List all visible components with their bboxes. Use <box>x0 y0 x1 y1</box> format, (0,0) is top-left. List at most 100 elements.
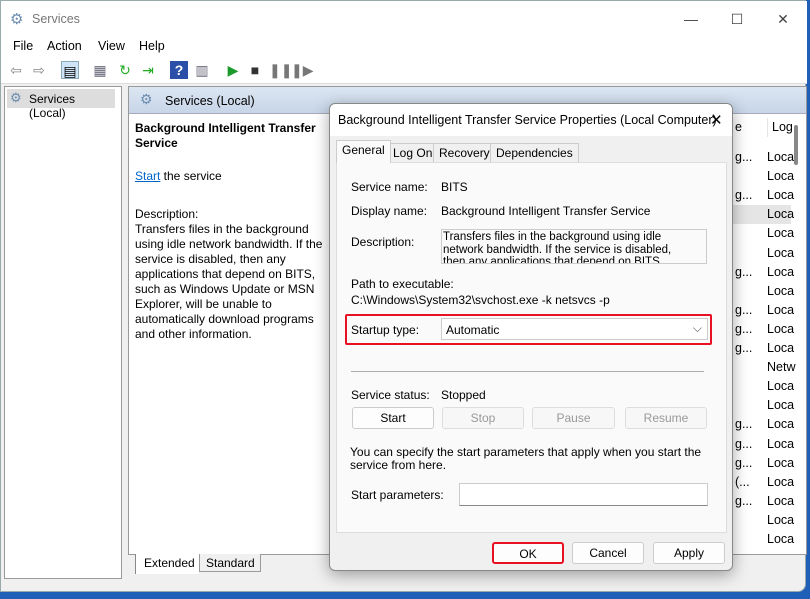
services-list: e Log g... Loca Loca g... Loca Loca Loca Loca g.… <box>729 115 806 555</box>
description-label: Description: <box>135 207 199 221</box>
export-list-icon[interactable]: ⇥ <box>139 61 157 79</box>
cell-startup-type[interactable]: g... <box>735 186 752 205</box>
cell-log-on-as[interactable]: Loca <box>767 167 794 186</box>
cell-log-on-as[interactable]: Loca <box>767 530 794 549</box>
service-status-label: Service status: <box>351 388 430 402</box>
cell-log-on-as[interactable]: Loca <box>767 148 794 167</box>
cell-startup-type[interactable]: (... <box>735 473 750 492</box>
start-service-link[interactable]: Start <box>135 169 160 183</box>
cell-startup-type[interactable]: g... <box>735 454 752 473</box>
maximize-button[interactable]: ☐ <box>714 1 760 37</box>
menu-bar: File Action View Help <box>1 37 807 57</box>
path-label: Path to executable: <box>351 277 454 291</box>
startup-type-select[interactable]: Automatic ⌵ <box>441 318 708 340</box>
stop-button[interactable]: Stop <box>442 407 524 429</box>
tab-standard[interactable]: Standard <box>199 554 261 572</box>
cell-log-on-as[interactable]: Loca <box>767 473 794 492</box>
cell-log-on-as[interactable]: Loca <box>767 263 794 282</box>
cancel-button[interactable]: Cancel <box>572 542 644 564</box>
column-header-startup[interactable]: e <box>735 118 742 137</box>
console-tree: ⚙ Services (Local) <box>4 86 122 579</box>
properties-icon[interactable]: ▦ <box>91 61 109 79</box>
back-icon[interactable]: ⇦ <box>7 61 25 79</box>
tab-dependencies[interactable]: Dependencies <box>490 143 579 163</box>
cell-startup-type[interactable]: g... <box>735 301 752 320</box>
menu-help[interactable]: Help <box>139 39 165 53</box>
show-hide-console-tree-icon[interactable]: ▤ <box>61 61 79 79</box>
minimize-button[interactable]: — <box>668 1 714 37</box>
cell-startup-type[interactable]: g... <box>735 435 752 454</box>
cell-log-on-as[interactable]: Loca <box>767 205 794 224</box>
cell-startup-type[interactable]: g... <box>735 320 752 339</box>
cell-log-on-as[interactable]: Loca <box>767 320 794 339</box>
close-button[interactable]: ✕ <box>760 1 806 37</box>
pause-button[interactable]: Pause <box>532 407 615 429</box>
cell-startup-type[interactable]: g... <box>735 148 752 167</box>
cell-log-on-as[interactable]: Loca <box>767 244 794 263</box>
display-name-value: Background Intelligent Transfer Service <box>441 204 651 218</box>
tab-general[interactable]: General <box>336 140 391 163</box>
cell-log-on-as[interactable]: Loca <box>767 282 794 301</box>
properties-dialog: Background Intelligent Transfer Service … <box>329 103 733 571</box>
tab-recovery[interactable]: Recovery <box>433 143 496 163</box>
cell-log-on-as[interactable]: Loca <box>767 511 794 530</box>
ok-button[interactable]: OK <box>492 542 564 564</box>
gears-icon: ⚙ <box>140 91 153 107</box>
path-value: C:\Windows\System32\svchost.exe -k netsv… <box>351 293 610 307</box>
description-text: Transfers files in the background using … <box>135 222 323 341</box>
chevron-down-icon: ⌵ <box>692 321 702 335</box>
cell-log-on-as[interactable]: Loca <box>767 224 794 243</box>
refresh-icon[interactable]: ↻ <box>116 61 134 79</box>
start-button[interactable]: Start <box>352 407 434 429</box>
menu-action[interactable]: Action <box>47 39 82 53</box>
service-name-label: Service name: <box>351 180 428 194</box>
show-action-pane-icon[interactable]: ▥ <box>193 61 211 79</box>
start-params-input[interactable] <box>459 483 708 506</box>
stop-service-icon[interactable]: ■ <box>246 61 264 79</box>
pane-header-title: Services (Local) <box>165 94 255 108</box>
startup-type-value: Automatic <box>446 323 500 337</box>
start-service-icon[interactable]: ▶ <box>224 61 242 79</box>
pause-service-icon[interactable]: ❚❚ <box>269 61 292 79</box>
menu-file[interactable]: File <box>13 39 33 53</box>
gears-icon: ⚙ <box>10 11 24 28</box>
title-bar: ⚙ Services — ☐ ✕ <box>1 1 807 37</box>
apply-button[interactable]: Apply <box>653 542 725 564</box>
service-info: Background Intelligent Transfer Service … <box>135 121 329 342</box>
start-params-label: Start parameters: <box>351 488 444 502</box>
service-status-value: Stopped <box>441 388 486 402</box>
resume-button[interactable]: Resume <box>625 407 707 429</box>
cell-log-on-as[interactable]: Loca <box>767 186 794 205</box>
start-params-hint: You can specify the start parameters tha… <box>350 445 702 472</box>
cell-log-on-as[interactable]: Loca <box>767 377 794 396</box>
forward-icon[interactable]: ⇨ <box>30 61 48 79</box>
cell-log-on-as[interactable]: Loca <box>767 396 794 415</box>
start-link-suffix: the service <box>160 169 222 183</box>
tab-extended[interactable]: Extended <box>135 554 199 574</box>
cell-log-on-as[interactable]: Netw <box>767 358 795 377</box>
column-header-log-on-as[interactable]: Log <box>767 118 793 137</box>
dialog-close-icon[interactable]: ✕ <box>710 111 723 129</box>
tree-item-services-local[interactable]: ⚙ Services (Local) <box>7 89 115 120</box>
cell-startup-type[interactable]: g... <box>735 492 752 511</box>
cell-log-on-as[interactable]: Loca <box>767 435 794 454</box>
help-icon[interactable]: ? <box>170 61 188 79</box>
cell-log-on-as[interactable]: Loca <box>767 339 794 358</box>
service-name-value: BITS <box>441 180 468 194</box>
menu-view[interactable]: View <box>98 39 125 53</box>
dialog-title-bar: Background Intelligent Transfer Service … <box>330 104 732 136</box>
vertical-scrollbar[interactable] <box>794 125 798 165</box>
cell-startup-type[interactable]: g... <box>735 263 752 282</box>
divider <box>351 371 704 372</box>
tab-log-on[interactable]: Log On <box>387 143 439 163</box>
window-title: Services <box>32 12 80 26</box>
restart-service-icon[interactable]: ❚▶ <box>291 61 314 79</box>
cell-log-on-as[interactable]: Loca <box>767 454 794 473</box>
cell-startup-type[interactable]: g... <box>735 339 752 358</box>
cell-log-on-as[interactable]: Loca <box>767 415 794 434</box>
cell-log-on-as[interactable]: Loca <box>767 301 794 320</box>
cell-log-on-as[interactable]: Loca <box>767 492 794 511</box>
cell-startup-type[interactable]: g... <box>735 415 752 434</box>
description-textbox[interactable]: Transfers files in the background using … <box>441 229 707 264</box>
service-title: Background Intelligent Transfer Service <box>135 121 316 150</box>
